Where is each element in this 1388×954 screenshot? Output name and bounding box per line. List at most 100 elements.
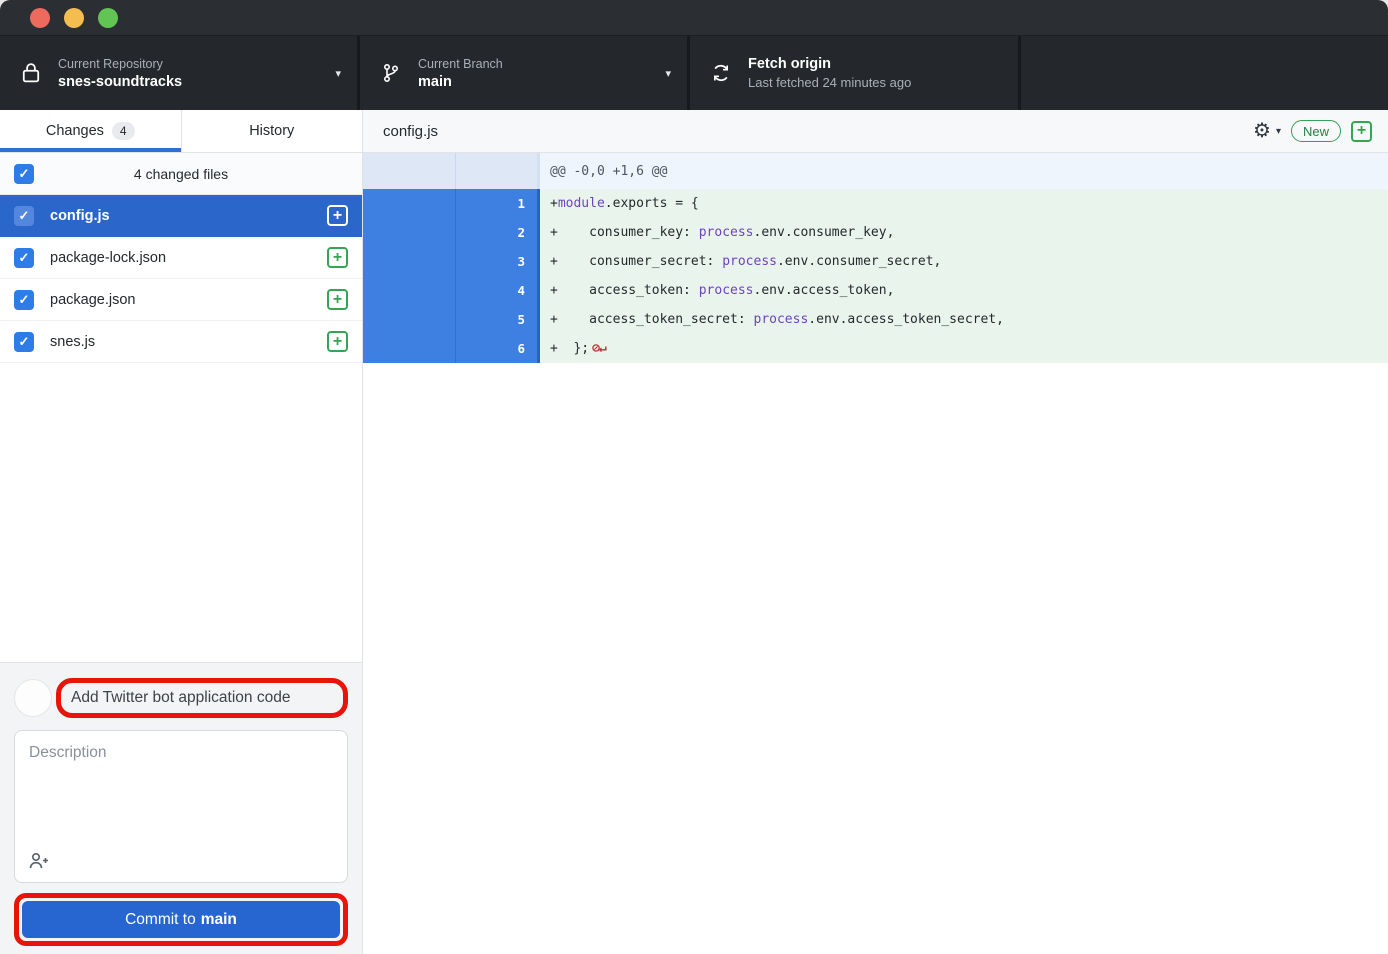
file-list-empty-area [0,363,362,662]
file-list: ✓ config.js + ✓ package-lock.json + ✓ pa… [0,195,362,363]
diff-added-line: 5 + access_token_secret: process.env.acc… [363,305,1388,334]
diff-line-code: + access_token_secret: process.env.acces… [540,305,1388,334]
diff-added-line: 3 + consumer_secret: process.env.consume… [363,247,1388,276]
commit-description-input[interactable]: Description [14,730,348,883]
fetch-subtitle: Last fetched 24 minutes ago [748,75,1002,90]
add-co-authors-icon[interactable] [28,850,50,872]
new-line-number: 6 [455,334,540,363]
diff-hunk-header: @@ -0,0 +1,6 @@ [363,153,1388,189]
tab-changes-label: Changes [46,123,104,139]
commit-area: Add Twitter bot application code Descrip… [0,662,362,954]
minimize-window-button[interactable] [64,8,84,28]
file-name: package.json [50,292,311,308]
diff-options-button[interactable]: ⚙ ▾ [1253,121,1281,141]
file-added-icon: + [327,205,348,226]
file-checkbox[interactable]: ✓ [14,206,34,226]
diff-line-code: + consumer_key: process.env.consumer_key… [540,218,1388,247]
tab-history-label: History [249,123,294,139]
sidebar: Changes 4 History ✓ 4 changed files ✓ co… [0,110,363,954]
diff-line-code: + };⊘↵ [540,334,1388,363]
diff-header: config.js ⚙ ▾ New + [363,110,1388,153]
old-line-number [363,247,455,276]
chevron-down-icon: ▾ [335,67,341,80]
diff-line-code: +module.exports = { [540,189,1388,218]
old-line-number [363,218,455,247]
diff-pane: config.js ⚙ ▾ New + @@ -0,0 +1,6 @@ [363,110,1388,954]
close-window-button[interactable] [30,8,50,28]
diff-added-line: 2 + consumer_key: process.env.consumer_k… [363,218,1388,247]
commit-summary-row: Add Twitter bot application code [14,678,348,718]
diff-added-line: 6 + };⊘↵ [363,334,1388,363]
select-all-checkbox[interactable]: ✓ [14,164,34,184]
annotation-highlight-summary: Add Twitter bot application code [56,678,348,718]
no-newline-at-eof-icon: ⊘↵ [592,341,606,356]
new-line-number: 1 [455,189,540,218]
current-repository-dropdown[interactable]: Current Repository snes-soundtracks ▾ [0,36,360,110]
file-added-icon: + [327,247,348,268]
chevron-down-icon: ▾ [665,67,671,80]
toolbar-empty-space [1021,36,1388,110]
toolbar: Current Repository snes-soundtracks ▾ Cu… [0,36,1388,110]
titlebar [0,0,1388,36]
changed-files-header: ✓ 4 changed files [0,153,362,195]
new-line-number: 5 [455,305,540,334]
diff-file-name: config.js [383,123,1253,140]
github-desktop-window: Current Repository snes-soundtracks ▾ Cu… [0,0,1388,954]
branch-label: Current Branch [418,57,657,71]
file-checkbox[interactable]: ✓ [14,290,34,310]
file-row[interactable]: ✓ package.json + [0,279,362,321]
diff-added-line: 1 +module.exports = { [363,189,1388,218]
maximize-window-button[interactable] [98,8,118,28]
file-name: snes.js [50,334,311,350]
branch-name: main [418,74,657,90]
file-added-icon: + [327,289,348,310]
repository-label: Current Repository [58,57,327,71]
main-content: Changes 4 History ✓ 4 changed files ✓ co… [0,110,1388,954]
changes-count-badge: 4 [112,122,135,140]
annotation-highlight-commit-button: Commit to main [14,893,348,946]
file-checkbox[interactable]: ✓ [14,248,34,268]
tab-history[interactable]: History [181,110,363,152]
commit-button-branch: main [201,911,237,929]
file-row[interactable]: ✓ snes.js + [0,321,362,363]
lock-icon [20,63,42,83]
file-name: config.js [50,208,311,224]
file-name: package-lock.json [50,250,311,266]
file-status-badge-new: New [1291,120,1341,142]
sidebar-tabs: Changes 4 History [0,110,362,153]
new-line-number: 2 [455,218,540,247]
tab-changes[interactable]: Changes 4 [0,110,181,152]
new-line-number: 3 [455,247,540,276]
description-placeholder: Description [29,744,107,761]
diff-body: @@ -0,0 +1,6 @@ 1 +module.exports = { 2 … [363,153,1388,363]
file-row[interactable]: ✓ package-lock.json + [0,237,362,279]
gear-icon: ⚙ [1253,121,1271,141]
commit-button-label: Commit to [125,911,196,929]
hunk-header-text: @@ -0,0 +1,6 @@ [540,153,1388,189]
old-line-number [363,276,455,305]
file-row[interactable]: ✓ config.js + [0,195,362,237]
avatar [14,679,52,717]
diff-line-code: + access_token: process.env.access_token… [540,276,1388,305]
old-line-number [363,305,455,334]
old-line-number [363,334,455,363]
fetch-origin-button[interactable]: Fetch origin Last fetched 24 minutes ago [690,36,1021,110]
old-line-number [363,189,455,218]
sync-icon [710,63,732,83]
file-added-icon: + [327,331,348,352]
current-branch-dropdown[interactable]: Current Branch main ▾ [360,36,690,110]
fetch-title: Fetch origin [748,56,1002,72]
diff-line-code: + consumer_secret: process.env.consumer_… [540,247,1388,276]
new-line-number: 4 [455,276,540,305]
file-checkbox[interactable]: ✓ [14,332,34,352]
chevron-down-icon: ▾ [1276,126,1281,137]
diff-added-line: 4 + access_token: process.env.access_tok… [363,276,1388,305]
git-branch-icon [380,62,402,84]
commit-summary-input[interactable]: Add Twitter bot application code [71,689,333,707]
diff-empty-area [363,363,1388,954]
repository-name: snes-soundtracks [58,74,327,90]
diff-actions: ⚙ ▾ New + [1253,120,1372,142]
commit-button[interactable]: Commit to main [22,901,340,938]
file-added-icon: + [1351,121,1372,142]
changed-files-summary: 4 changed files [134,166,228,182]
